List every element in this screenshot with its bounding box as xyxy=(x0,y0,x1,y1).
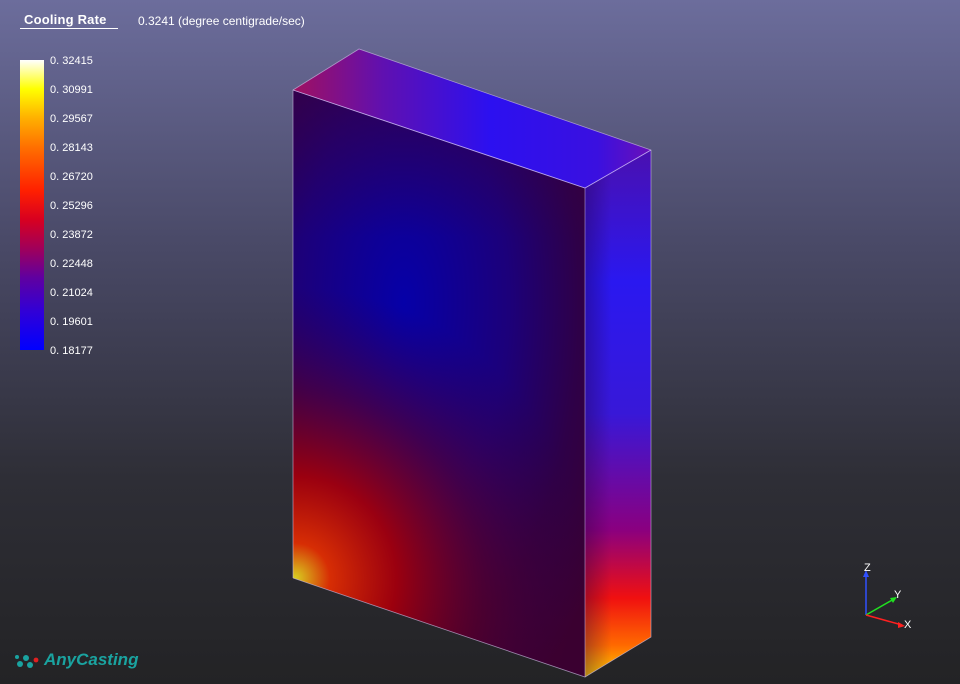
model-viewport[interactable] xyxy=(0,0,960,684)
x-axis-line xyxy=(865,614,903,626)
y-axis-line xyxy=(865,598,895,616)
front-face-shade xyxy=(293,90,585,677)
axis-label-x: X xyxy=(904,619,912,631)
axis-label-z: Z xyxy=(864,562,871,574)
anycasting-logo: AnyCasting xyxy=(14,650,138,670)
side-face-shade xyxy=(585,150,651,677)
axis-label-y: Y xyxy=(894,589,902,601)
molecule-logo-icon xyxy=(15,655,39,668)
logo-text: AnyCasting xyxy=(44,650,139,669)
